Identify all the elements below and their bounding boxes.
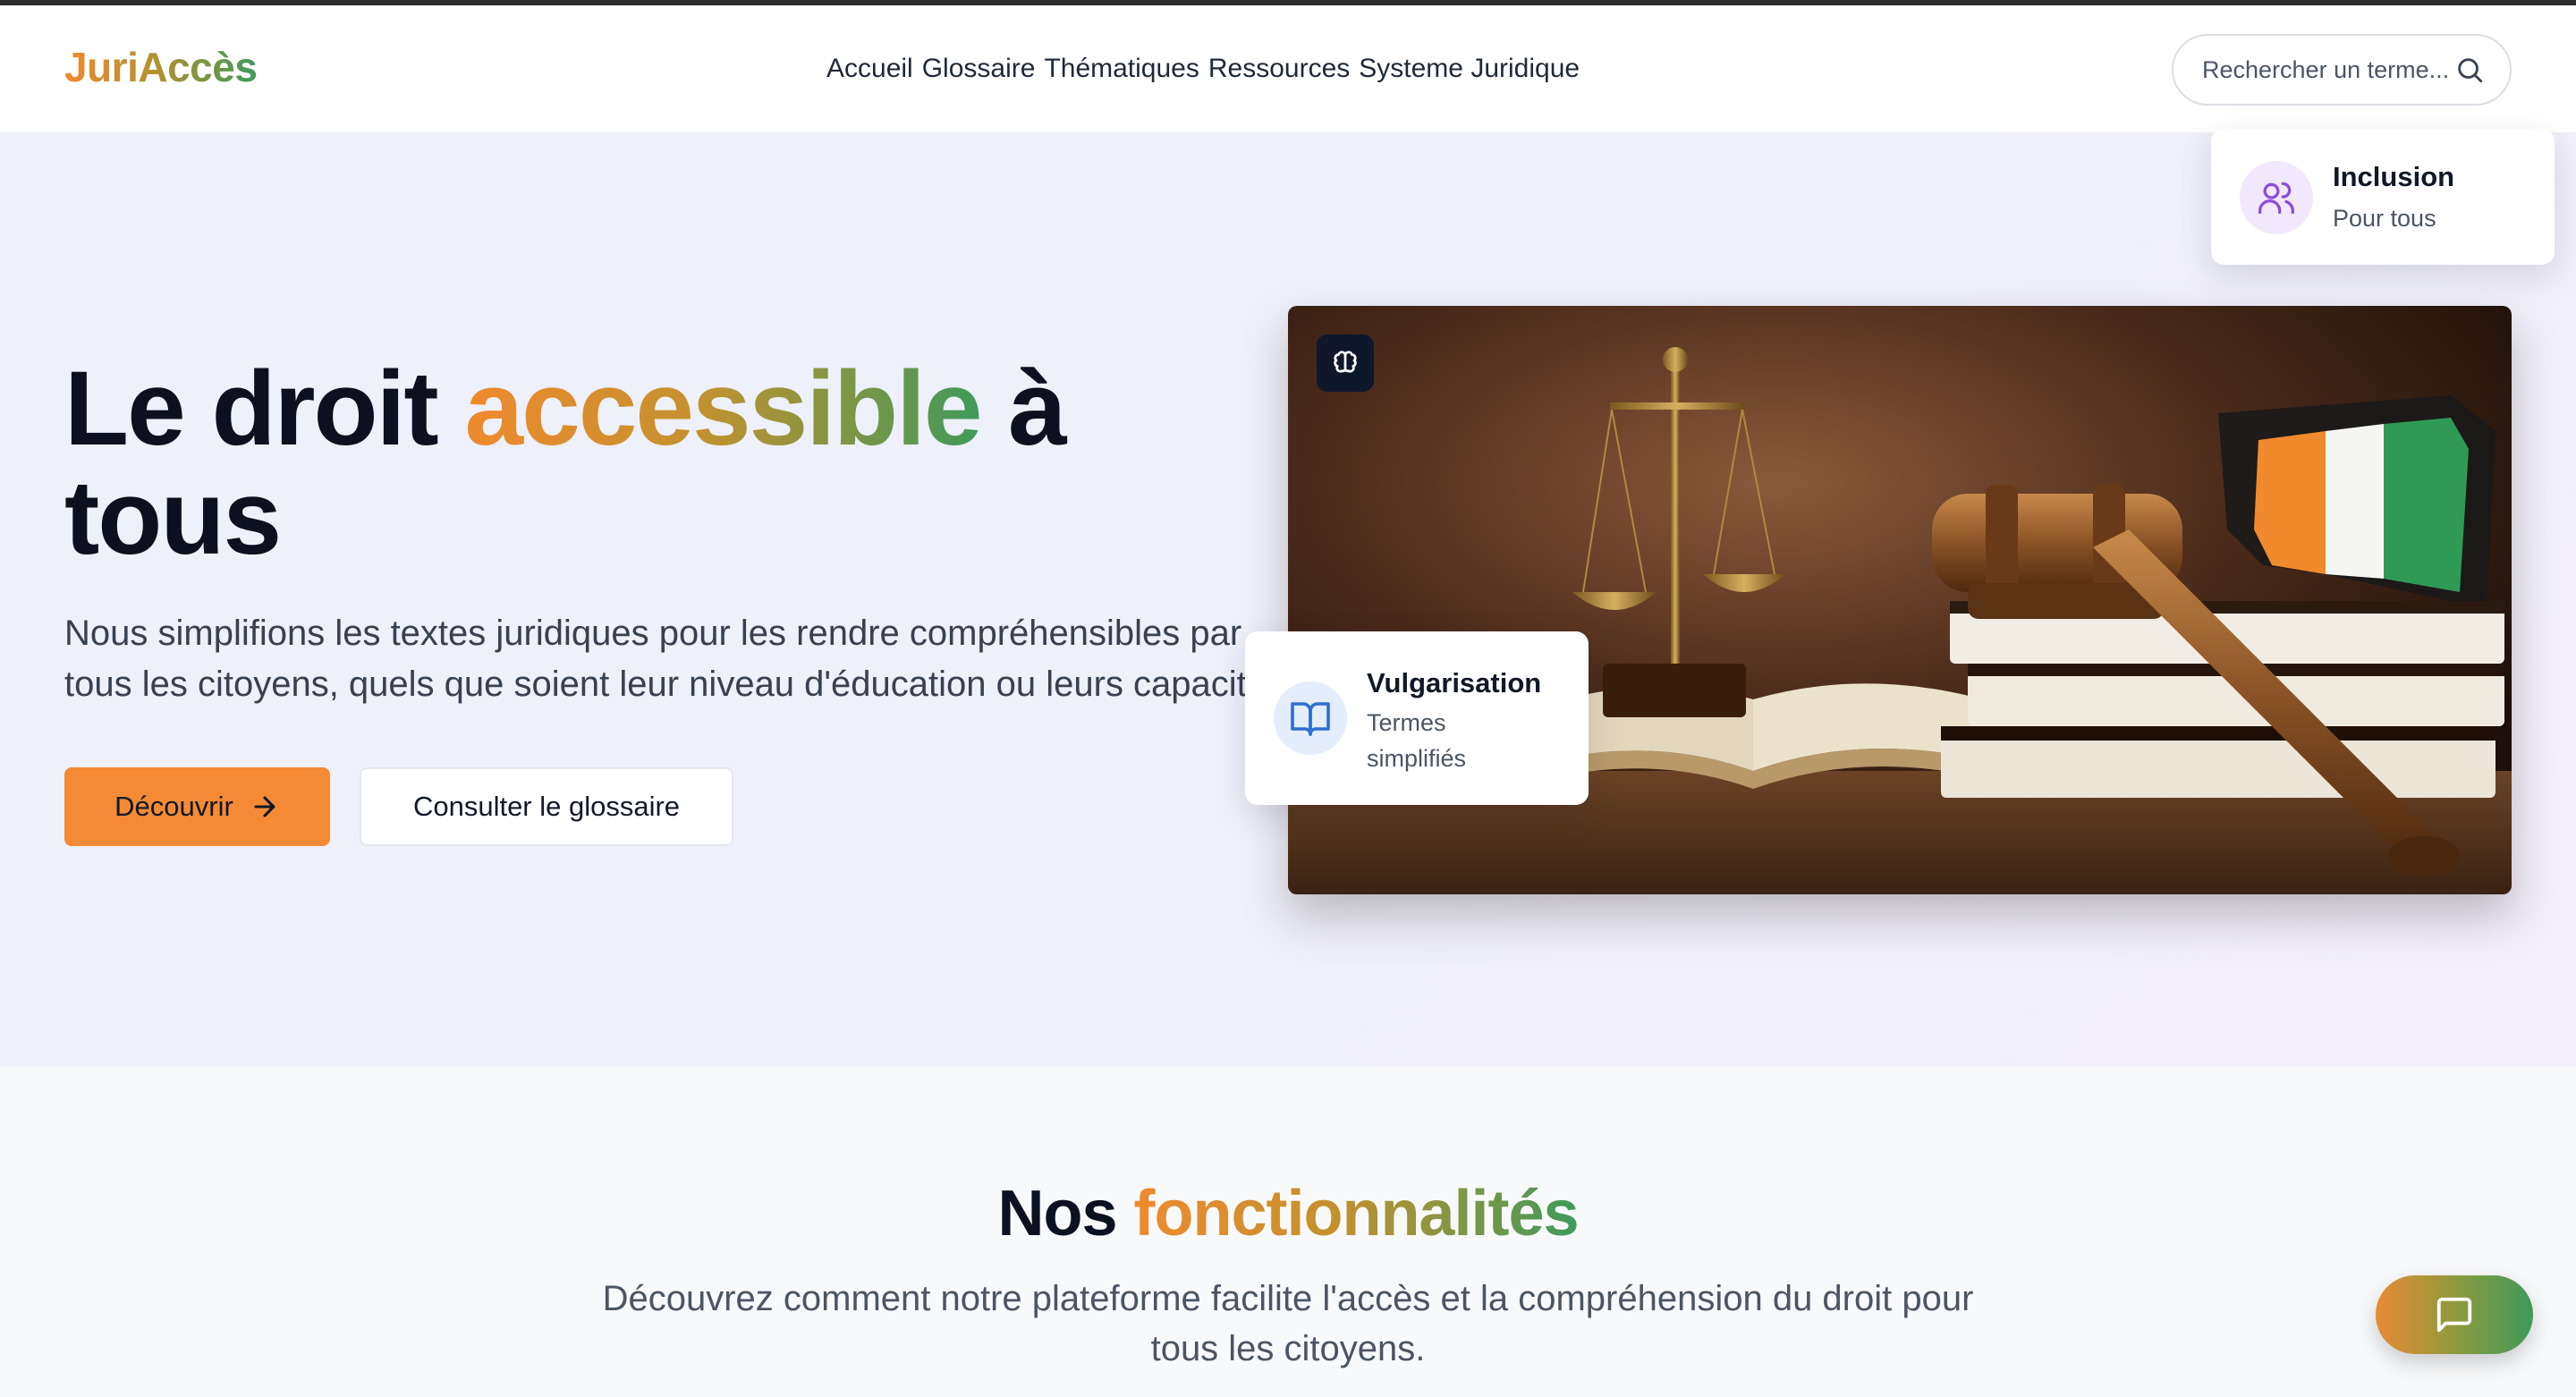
chat-button[interactable]	[2376, 1275, 2533, 1354]
image-badge	[1317, 334, 1374, 392]
brain-icon	[1334, 351, 1357, 373]
features-title-highlight: fonctionnalités	[1133, 1178, 1580, 1249]
features-section: Nos fonctionnalités Découvrez comment no…	[0, 1066, 2576, 1397]
inclusion-icon-wrap	[2240, 161, 2313, 234]
message-square-icon	[2436, 1297, 2472, 1333]
hero-title: Le droit accessible à tous	[64, 354, 1182, 572]
main-nav: Accueil Glossaire Thématiques Ressources…	[826, 54, 1580, 84]
nav-item-systeme-juridique[interactable]: Systeme Juridique	[1359, 54, 1580, 84]
features-title: Nos fonctionnalités	[0, 1177, 2576, 1250]
inclusion-card-subtitle: Pour tous	[2333, 205, 2436, 232]
glossary-button-label: Consulter le glossaire	[412, 791, 681, 822]
vulgarisation-card: Vulgarisation Termes simplifiés	[1245, 631, 1589, 805]
users-icon	[2258, 182, 2294, 215]
vulgarisation-card-title: Vulgarisation	[1367, 667, 1542, 698]
brand-logo[interactable]: JuriAccès	[64, 43, 258, 91]
vulgarisation-icon-wrap	[1274, 682, 1347, 755]
search-box[interactable]	[2172, 34, 2512, 106]
nav-item-glossaire[interactable]: Glossaire	[922, 54, 1036, 84]
search-icon[interactable]	[2454, 55, 2485, 85]
hero-subtitle: Nous simplifions les textes juridiques p…	[64, 614, 1295, 704]
discover-button-label: Découvrir	[114, 791, 233, 822]
hero-title-highlight: accessible	[464, 350, 982, 468]
features-title-part1: Nos	[997, 1178, 1117, 1249]
hero-image	[1288, 306, 2512, 894]
glossary-button[interactable]: Consulter le glossaire	[360, 767, 733, 846]
justice-illustration	[1288, 306, 2512, 894]
navbar: JuriAccès Accueil Glossaire Thématiques …	[0, 5, 2576, 134]
hero-title-part1: Le droit	[64, 350, 439, 468]
inclusion-card: Inclusion Pour tous	[2211, 129, 2555, 265]
hero-section: Le droit accessible à tous Nous simplifi…	[0, 134, 2576, 1066]
discover-button[interactable]: Découvrir	[64, 767, 330, 846]
book-open-icon	[1291, 702, 1330, 736]
nav-item-accueil[interactable]: Accueil	[826, 54, 913, 84]
arrow-right-icon	[254, 796, 275, 817]
features-subtitle: Découvrez comment notre plateforme facil…	[602, 1279, 1974, 1368]
search-input[interactable]	[2202, 55, 2454, 84]
nav-item-ressources[interactable]: Ressources	[1208, 54, 1350, 84]
vulgarisation-card-subtitle: Termes simplifiés	[1367, 709, 1467, 772]
nav-item-thematiques[interactable]: Thématiques	[1044, 54, 1199, 84]
inclusion-card-title: Inclusion	[2333, 161, 2455, 192]
